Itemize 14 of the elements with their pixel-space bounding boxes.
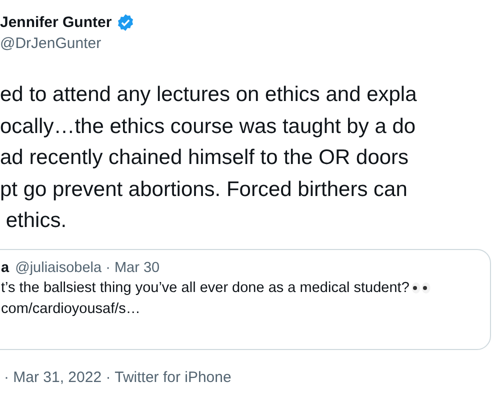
- tweet-text-line: ad recently chained himself to the OR doors: [0, 145, 410, 171]
- quoted-tweet-text: com/cardioyousaf/s…: [1, 300, 140, 318]
- quoted-author-handle: @juliaisobela · Mar 30: [15, 260, 160, 276]
- tweet-timestamp[interactable]: · Mar 31, 2022 · Twitter for iPhone: [0, 350, 495, 386]
- author-handle[interactable]: @DrJenGunter: [0, 35, 495, 52]
- quoted-tweet-card[interactable]: a @juliaisobela · Mar 30 t’s the ballsiest thing you’ve all ever done as a medical student? com/cardioyousaf/s…: [0, 248, 491, 350]
- quoted-author-name: a: [1, 260, 10, 276]
- tweet-text-line: ocally…the ethics course was taught by a do: [0, 114, 417, 140]
- author-name[interactable]: Jennifer Gunter: [0, 14, 112, 31]
- eyes-icon: [411, 282, 432, 294]
- tweet-text-line: pt go prevent abortions. Forced birthers can: [0, 176, 408, 202]
- tweet-text-line: ethics.: [4, 208, 68, 234]
- tweet-text-line: ed to attend any lectures on ethics and expla: [0, 82, 418, 108]
- quoted-tweet-text: t’s the ballsiest thing you’ve all ever done as a medical student?: [1, 278, 410, 298]
